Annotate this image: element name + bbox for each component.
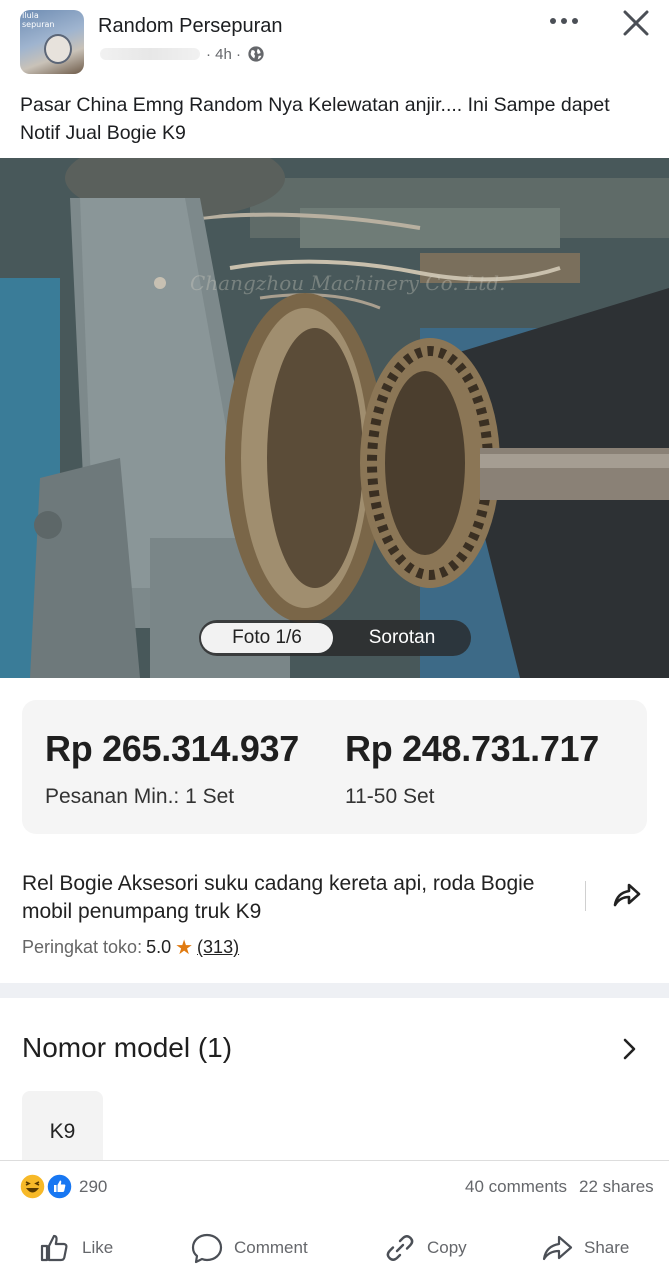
close-icon[interactable] xyxy=(620,7,652,39)
post-action-bar: Like Comment Copy Share xyxy=(0,1220,669,1276)
post-caption: Pasar China Emng Random Nya Kelewatan an… xyxy=(20,94,610,144)
title-divider xyxy=(585,881,586,911)
copy-button[interactable]: Copy xyxy=(383,1220,467,1276)
post-header: Ilula sepuran Random Persepuran · 4h · xyxy=(0,0,669,82)
post-meta: · 4h · xyxy=(100,45,265,63)
share-label: Share xyxy=(584,1238,630,1257)
post-photo[interactable]: Changzhou Machinery Co. Ltd. xyxy=(0,158,669,678)
reaction-count[interactable]: 290 xyxy=(79,1177,107,1197)
section-divider xyxy=(0,983,669,998)
photo-watermark: Changzhou Machinery Co. Ltd. xyxy=(190,271,506,295)
shares-count[interactable]: 22 shares xyxy=(579,1177,654,1197)
price-min-order-note: Pesanan Min.: 1 Set xyxy=(45,785,235,808)
chevron-right-icon[interactable] xyxy=(618,1037,640,1061)
thumbs-up-icon xyxy=(40,1234,68,1262)
haha-reaction-icon[interactable] xyxy=(19,1173,46,1200)
comment-bubble-icon xyxy=(191,1233,223,1264)
copy-label: Copy xyxy=(427,1238,467,1257)
rating-value: 5.0 xyxy=(146,937,172,957)
share-button[interactable]: Share xyxy=(540,1220,629,1276)
bogie-photo-illustration: Changzhou Machinery Co. Ltd. xyxy=(0,158,669,678)
more-horizontal-icon[interactable] xyxy=(548,14,580,28)
like-label: Like xyxy=(82,1238,114,1257)
avatar-face xyxy=(44,34,72,64)
like-reaction-icon[interactable] xyxy=(46,1173,73,1200)
tab-highlights[interactable]: Sorotan xyxy=(342,627,462,649)
rating-count-link[interactable]: (313) xyxy=(197,937,239,958)
avatar-text: Ilula sepuran xyxy=(22,11,55,29)
tab-photo-count[interactable]: Foto 1/6 xyxy=(201,627,333,649)
model-chip-label: K9 xyxy=(49,1120,76,1143)
price-bulk: Rp 248.731.717 xyxy=(345,728,599,769)
blurred-author xyxy=(100,48,200,60)
price-bulk-note: 11-50 Set xyxy=(345,785,435,808)
post-time[interactable]: · 4h · xyxy=(206,46,241,63)
reactions-divider xyxy=(0,1160,669,1161)
like-button[interactable]: Like xyxy=(38,1220,113,1276)
store-rating: Peringkat toko: 5.0 ★ (313) xyxy=(22,937,239,958)
rating-label: Peringkat toko: xyxy=(22,937,143,957)
comment-label: Comment xyxy=(234,1238,308,1257)
group-name[interactable]: Random Persepuran xyxy=(98,15,283,38)
price-min-order: Rp 265.314.937 xyxy=(45,728,299,769)
link-icon xyxy=(386,1235,414,1261)
share-icon xyxy=(542,1235,573,1261)
globe-icon xyxy=(248,46,264,62)
comments-count[interactable]: 40 comments xyxy=(465,1177,567,1197)
comment-button[interactable]: Comment xyxy=(190,1220,308,1276)
share-arrow-icon[interactable] xyxy=(609,878,643,912)
group-avatar[interactable]: Ilula sepuran xyxy=(20,10,84,74)
model-number-heading[interactable]: Nomor model (1) xyxy=(22,1032,232,1064)
star-icon: ★ xyxy=(175,936,194,959)
product-title: Rel Bogie Aksesori suku cadang kereta ap… xyxy=(22,872,535,923)
